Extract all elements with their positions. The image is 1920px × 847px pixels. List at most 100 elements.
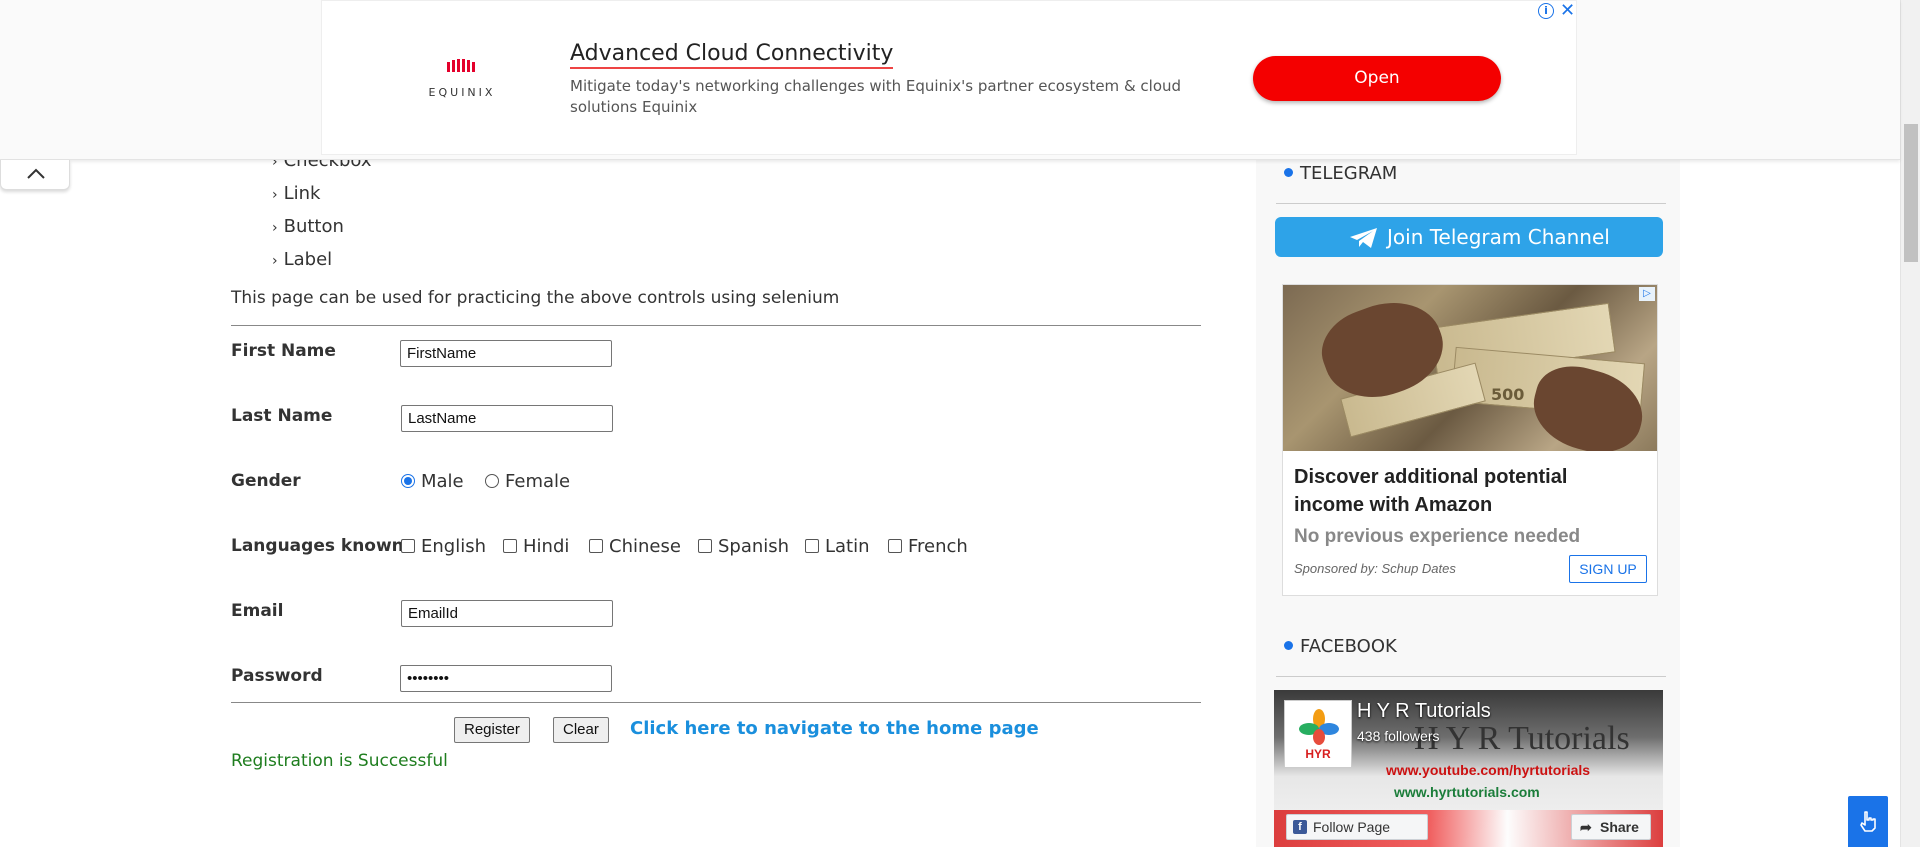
hyr-logo[interactable]: HYR: [1284, 700, 1352, 768]
female-label: Female: [505, 471, 571, 492]
chevron-right-icon: ›: [272, 253, 278, 269]
success-message: Registration is Successful: [231, 751, 448, 771]
facebook-heading: FACEBOOK: [1284, 636, 1397, 657]
home-page-link[interactable]: Click here to navigate to the home page: [630, 718, 1039, 739]
languages-label: Languages known: [231, 536, 404, 556]
list-item-label: Link: [283, 183, 321, 204]
last-name-input[interactable]: [401, 405, 613, 432]
lang-english-option[interactable]: English: [401, 536, 486, 557]
intro-text: This page can be used for practicing the…: [231, 288, 840, 308]
password-label: Password: [231, 666, 323, 686]
chevron-right-icon: ›: [272, 187, 278, 203]
equinix-wordmark: EQUINIX: [428, 86, 496, 99]
amazon-ad-title[interactable]: Discover additional potential income wit…: [1294, 463, 1634, 519]
bullet-icon: [1284, 641, 1293, 650]
english-checkbox[interactable]: [401, 539, 415, 553]
ad-info-icon[interactable]: i: [1538, 3, 1554, 19]
list-item-button: › Button: [272, 216, 344, 237]
password-input[interactable]: [400, 665, 612, 692]
chinese-label: Chinese: [609, 536, 681, 557]
amazon-ad-sponsor: Sponsored by: Schup Dates: [1294, 561, 1456, 576]
male-label: Male: [421, 471, 464, 492]
telegram-button-label: Join Telegram Channel: [1387, 225, 1610, 249]
cover-title: H Y R Tutorials: [1414, 720, 1630, 757]
page-scrollbar[interactable]: [1900, 0, 1920, 847]
ad-close-icon[interactable]: ✕: [1560, 0, 1575, 21]
floating-action-button[interactable]: [1848, 796, 1888, 847]
clear-button[interactable]: Clear: [553, 717, 609, 743]
lang-latin-option[interactable]: Latin: [805, 536, 870, 557]
adchoices-icon[interactable]: ▷: [1639, 287, 1655, 301]
facebook-icon: f: [1293, 820, 1307, 834]
list-item-link: › Link: [272, 183, 320, 204]
lang-chinese-option[interactable]: Chinese: [589, 536, 681, 557]
chevron-up-icon: [27, 168, 45, 179]
hyr-logo-text: HYR: [1305, 747, 1331, 761]
cover-website-url: www.hyrtutorials.com: [1394, 784, 1540, 800]
ad-open-button[interactable]: Open: [1253, 56, 1501, 101]
lang-spanish-option[interactable]: Spanish: [698, 536, 789, 557]
scrollbar-thumb[interactable]: [1904, 124, 1918, 262]
amazon-ad-subtitle: No previous experience needed: [1294, 526, 1581, 547]
divider-bottom: [231, 702, 1201, 703]
facebook-page-widget[interactable]: H Y R Tutorials www.youtube.com/hyrtutor…: [1274, 690, 1663, 847]
last-name-label: Last Name: [231, 406, 333, 426]
latin-label: Latin: [825, 536, 870, 557]
list-item-label: Button: [283, 216, 344, 237]
telegram-heading-text: TELEGRAM: [1300, 163, 1398, 184]
ad-title[interactable]: Advanced Cloud Connectivity: [570, 41, 894, 69]
gender-male-option[interactable]: Male: [401, 471, 464, 492]
facebook-followers: 438 followers: [1357, 728, 1440, 744]
telegram-icon: [1350, 228, 1377, 248]
equinix-mark-icon: [447, 59, 475, 72]
hyr-leaf-icon: [1299, 709, 1339, 745]
hindi-label: Hindi: [523, 536, 570, 557]
list-item-label: › Label: [272, 249, 332, 270]
email-label: Email: [231, 601, 284, 621]
female-radio[interactable]: [485, 474, 499, 488]
facebook-heading-text: FACEBOOK: [1300, 636, 1397, 657]
hindi-checkbox[interactable]: [503, 539, 517, 553]
male-radio[interactable]: [401, 474, 415, 488]
first-name-input[interactable]: [400, 340, 612, 367]
pointer-hand-icon: [1860, 811, 1876, 832]
signup-button[interactable]: SIGN UP: [1569, 555, 1647, 583]
gender-label: Gender: [231, 471, 301, 491]
french-checkbox[interactable]: [888, 539, 902, 553]
equinix-logo: EQUINIX: [422, 59, 502, 100]
chevron-right-icon: ›: [272, 220, 278, 236]
chinese-checkbox[interactable]: [589, 539, 603, 553]
sidebar-divider: [1276, 203, 1666, 204]
english-label: English: [421, 536, 486, 557]
french-label: French: [908, 536, 968, 557]
lang-hindi-option[interactable]: Hindi: [503, 536, 569, 557]
lang-french-option[interactable]: French: [888, 536, 968, 557]
ad-collapse-button[interactable]: [0, 160, 70, 190]
ad-description: Mitigate today's networking challenges w…: [570, 77, 1182, 116]
ad-container[interactable]: EQUINIX Advanced Cloud Connectivity Miti…: [321, 0, 1577, 155]
bullet-icon: [1284, 168, 1293, 177]
list-item-label: Label: [283, 249, 333, 270]
spanish-checkbox[interactable]: [698, 539, 712, 553]
amazon-ad[interactable]: 500 ▷ Discover additional potential inco…: [1282, 284, 1658, 596]
banknote-label: 500: [1491, 385, 1525, 404]
spanish-label: Spanish: [718, 536, 790, 557]
follow-page-button[interactable]: f Follow Page: [1286, 814, 1428, 840]
join-telegram-button[interactable]: Join Telegram Channel: [1275, 217, 1663, 257]
latin-checkbox[interactable]: [805, 539, 819, 553]
first-name-label: First Name: [231, 341, 336, 361]
share-button[interactable]: ➦ Share: [1571, 814, 1651, 840]
follow-page-label: Follow Page: [1313, 819, 1391, 835]
top-ad-banner: EQUINIX Advanced Cloud Connectivity Miti…: [0, 0, 1900, 160]
register-button[interactable]: Register: [454, 717, 530, 743]
sidebar-divider: [1276, 676, 1666, 677]
facebook-page-name[interactable]: H Y R Tutorials: [1357, 700, 1491, 723]
telegram-heading: TELEGRAM: [1284, 163, 1397, 184]
gender-female-option[interactable]: Female: [485, 471, 570, 492]
sidebar: TELEGRAM Join Telegram Channel 500 ▷ Dis…: [1256, 130, 1680, 847]
money-image: 500 ▷: [1283, 285, 1657, 451]
share-label: Share: [1600, 819, 1639, 835]
email-input[interactable]: [401, 600, 613, 627]
cover-youtube-url: www.youtube.com/hyrtutorials: [1386, 762, 1591, 778]
share-arrow-icon: ➦: [1580, 819, 1592, 835]
